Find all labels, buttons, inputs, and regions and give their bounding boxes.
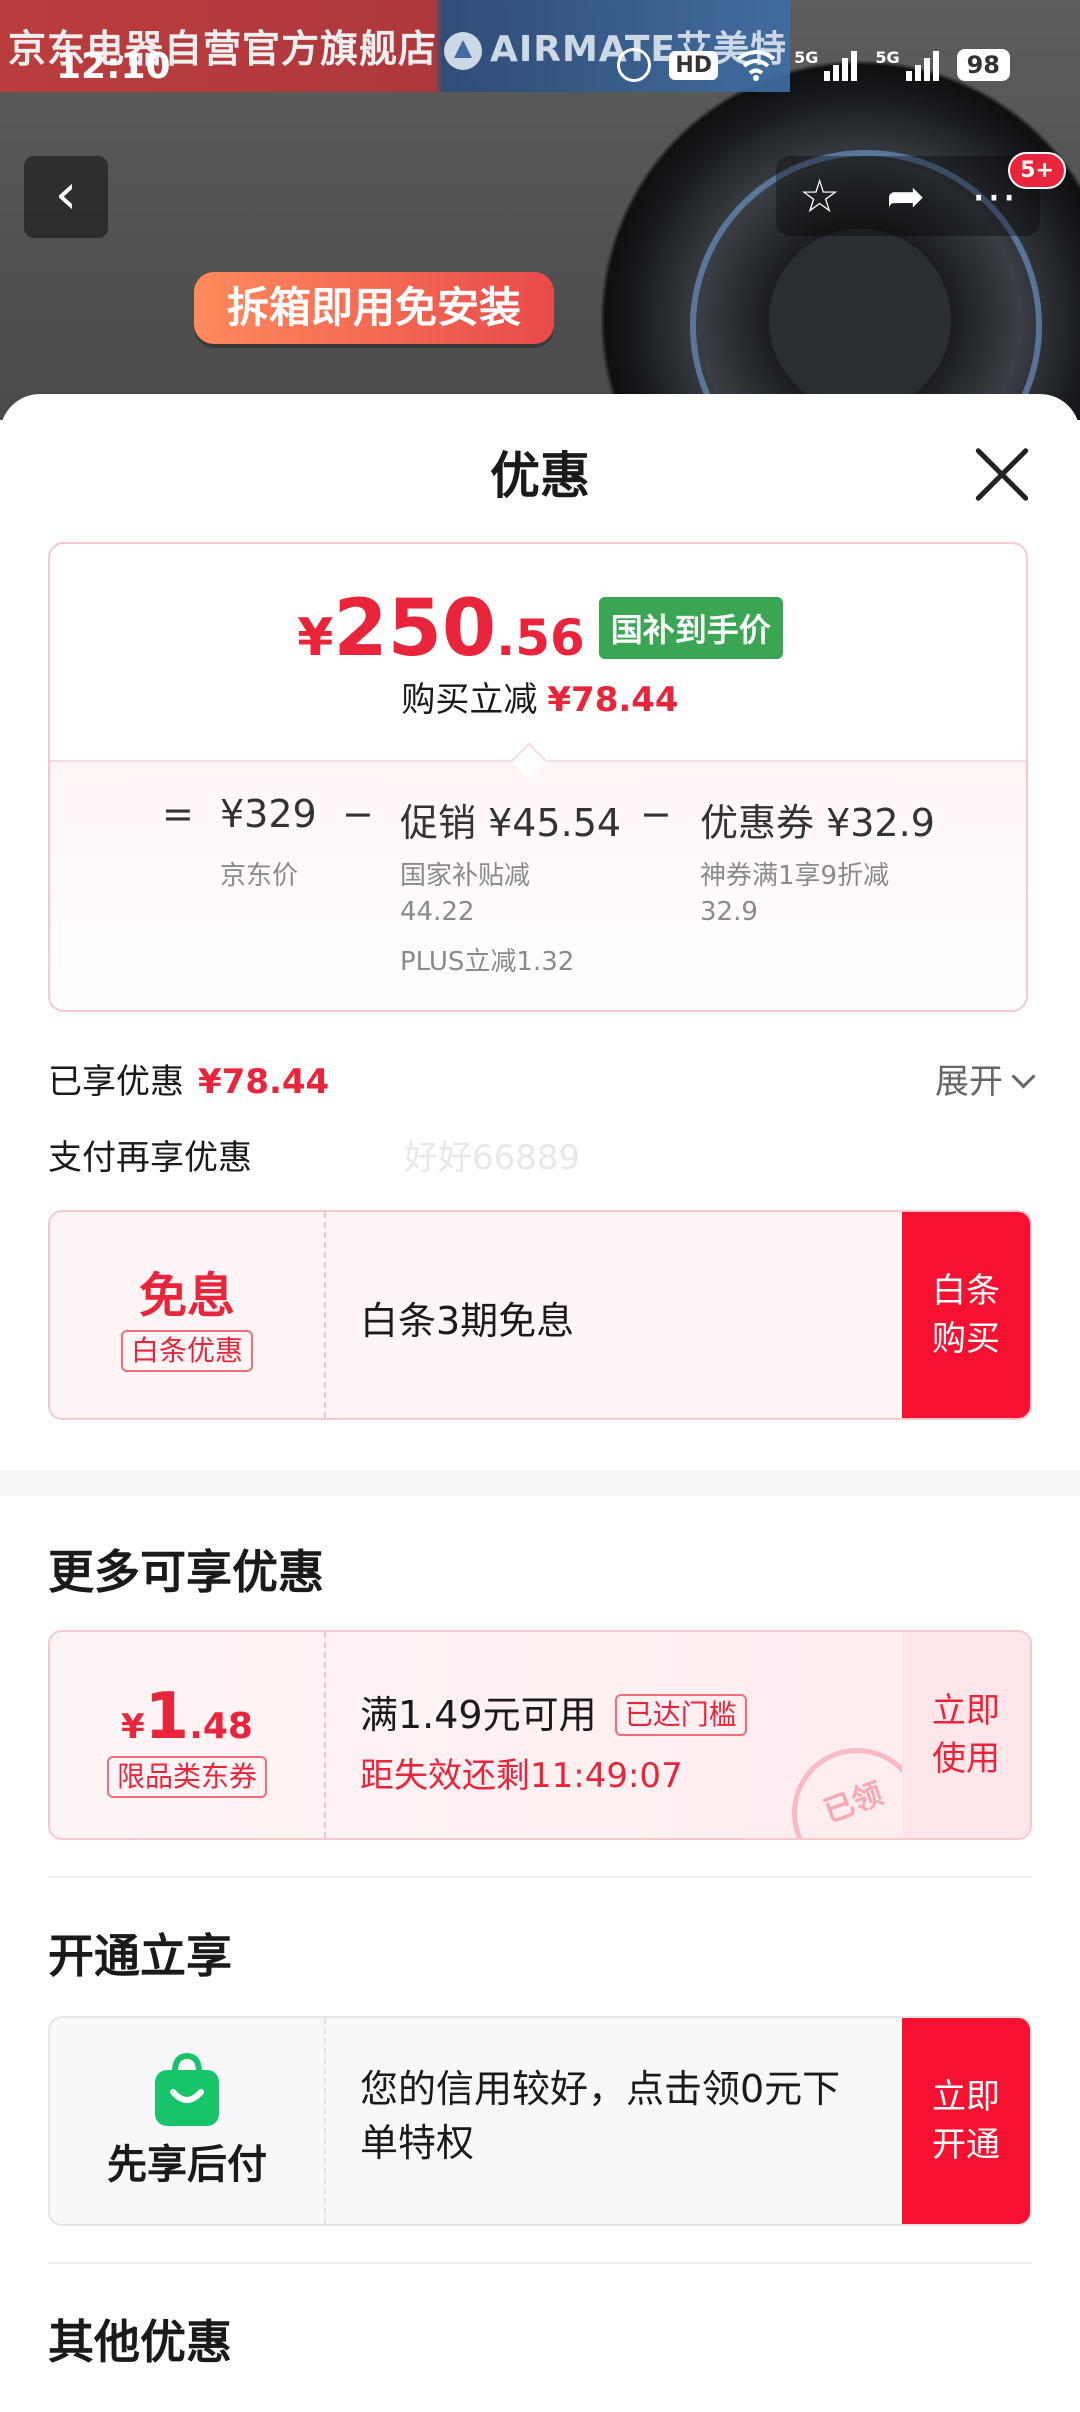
promo-note-plus: PLUS立减1.32	[400, 947, 575, 977]
jd-price-label: 京东价	[220, 861, 299, 891]
coupon-note-value: 32.9	[700, 897, 758, 927]
coupon-note: 神券满1享9折减	[700, 861, 890, 891]
baitiao-tag: 白条优惠	[120, 1330, 253, 1372]
more-offers-title: 更多可享优惠	[48, 1545, 324, 1599]
network-type-2: 5G	[875, 48, 900, 67]
price-currency: ¥	[297, 608, 334, 668]
paylater-card[interactable]: 先享后付 您的信用较好，点击领0元下单特权 立即开通	[48, 2016, 1032, 2226]
coupon-amount: 优惠券 ¥32.9	[700, 801, 935, 845]
coupon-value: ¥1.48	[50, 1680, 324, 1754]
baitiao-buy-label: 白条购买	[932, 1271, 1000, 1359]
price-breakdown: = ¥329 京东价 − 促销 ¥45.54 国家补贴减 44.22 PLUS立…	[50, 742, 1026, 1010]
enjoyed-value: ¥78.44	[198, 1062, 330, 1102]
battery-level: 98	[956, 49, 1010, 81]
clock: 12:10	[56, 46, 171, 87]
promo-amount: 促销 ¥45.54	[400, 801, 622, 845]
minus-sign-1: −	[342, 792, 374, 836]
other-offers-title: 其他优惠	[48, 2315, 232, 2369]
expand-label: 展开	[935, 1062, 1003, 1102]
baitiao-title: 免息	[138, 1268, 235, 1324]
subsidy-price-tag: 国补到手价	[598, 597, 783, 659]
price-card: ¥250.56 国补到手价 购买立减 ¥78.44 = ¥329 京东价 − 促销 …	[48, 542, 1028, 1012]
message-count-badge: 5+	[1008, 152, 1066, 189]
back-button[interactable]: ‹	[24, 156, 108, 238]
baitiao-desc: 白条3期免息	[360, 1299, 575, 1343]
pay-more-label: 支付再享优惠	[48, 1138, 252, 1178]
price-decimal: .56	[496, 609, 585, 667]
price-integer: 250	[333, 584, 497, 674]
chevron-down-icon	[1011, 1064, 1036, 1089]
reduce-label: 购买立减	[401, 680, 538, 720]
share-icon[interactable]: ➦	[886, 169, 925, 223]
promo-note-subsidy-value: 44.22	[400, 897, 475, 927]
use-coupon-label: 立即使用	[932, 1691, 1000, 1779]
baitiao-buy-button[interactable]: 白条购买	[902, 1212, 1030, 1418]
coupon-currency: ¥	[121, 1707, 145, 1747]
separator	[48, 2262, 1032, 2264]
alarm-icon	[617, 48, 652, 82]
enjoyed-label: 已享优惠	[48, 1062, 184, 1102]
equals-sign: =	[162, 792, 194, 836]
reduce-value: ¥78.44	[547, 680, 679, 720]
minus-sign-2: −	[640, 792, 672, 836]
coupon-threshold-tag: 已达门槛	[614, 1694, 747, 1736]
final-price: ¥250.56 国补到手价	[50, 584, 1026, 674]
enjoyed-discount: 已享优惠 ¥78.44	[48, 1054, 329, 1103]
promo-note-subsidy: 国家补贴减	[400, 861, 531, 891]
coupon-integer: 1	[144, 1680, 190, 1754]
coupon-decimal: .48	[189, 1706, 253, 1747]
wifi-icon	[736, 50, 776, 81]
coupon-condition: 满1.49元可用 已达门槛	[360, 1684, 747, 1739]
paylater-name: 先享后付	[107, 2142, 267, 2188]
sheet-title: 优惠	[490, 447, 590, 505]
product-hero: 京东电器自营官方旗舰店 AIRMATE艾美特 12:10 HD 5G 5G 98…	[0, 0, 1080, 420]
coupon-expire: 距失效还剩11:49:07	[360, 1756, 683, 1796]
reduce-line: 购买立减 ¥78.44	[50, 672, 1026, 721]
activate-button[interactable]: 立即开通	[902, 2018, 1030, 2224]
open-offers-title: 开通立享	[48, 1929, 232, 1983]
coupon-condition-text: 满1.49元可用	[360, 1693, 597, 1737]
status-bar: 12:10 HD 5G 5G 98	[0, 0, 1080, 92]
hd-icon: HD	[669, 50, 719, 80]
signal-icon-2	[905, 49, 939, 81]
coupon-type-tag: 限品类东券	[106, 1756, 267, 1798]
shopping-bag-icon	[155, 2052, 219, 2126]
favorite-star-icon[interactable]: ☆	[799, 169, 840, 223]
chevron-left-icon: ‹	[54, 162, 78, 227]
use-coupon-button[interactable]: 立即使用	[902, 1632, 1030, 1838]
close-icon[interactable]	[972, 444, 1032, 504]
network-type-1: 5G	[794, 48, 819, 67]
expand-button[interactable]: 展开	[935, 1054, 1036, 1103]
top-actions: ☆ ➦ ⋯	[776, 156, 1040, 236]
separator	[48, 1876, 1032, 1878]
paylater-desc: 您的信用较好，点击领0元下单特权	[360, 2067, 841, 2165]
signal-icon-1	[824, 49, 858, 81]
product-image	[600, 60, 1080, 420]
section-divider	[0, 1470, 1080, 1496]
baitiao-offer-card[interactable]: 免息 白条优惠 白条3期免息 白条购买	[48, 1210, 1032, 1420]
watermark: 好好66889	[404, 1138, 581, 1178]
jd-price: ¥329	[220, 792, 317, 836]
activate-label: 立即开通	[932, 2077, 1000, 2165]
promo-tag: 拆箱即用免安装	[194, 272, 554, 344]
coupon-card[interactable]: ¥1.48 限品类东券 满1.49元可用 已达门槛 距失效还剩11:49:07 …	[48, 1630, 1032, 1840]
